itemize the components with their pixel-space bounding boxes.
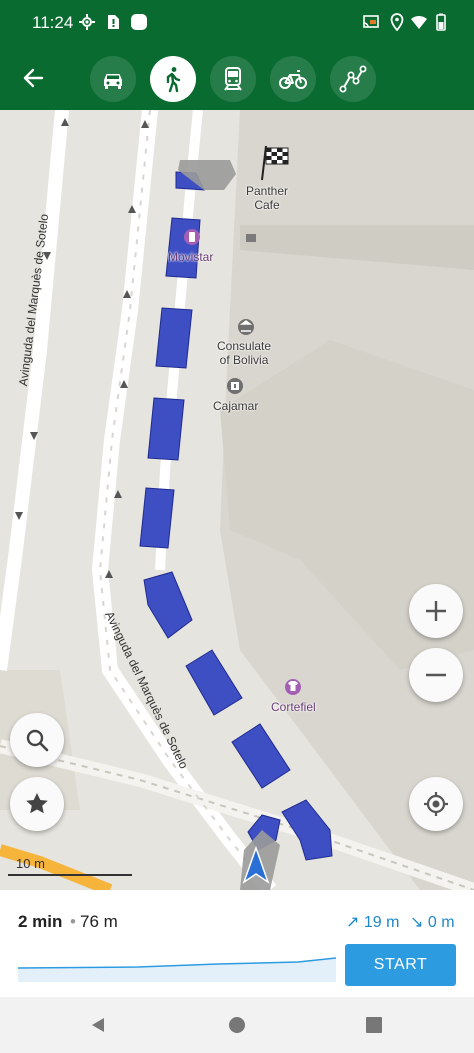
- street-left: [0, 110, 69, 671]
- route-segment: [185, 649, 243, 716]
- poi-destination-label[interactable]: Panther Cafe: [246, 184, 288, 212]
- route-descent: ↘ 0 m: [410, 914, 455, 931]
- bookmarks-button[interactable]: [10, 777, 64, 831]
- battery-icon: [436, 13, 446, 31]
- my-location-icon: [424, 792, 448, 816]
- app-icon: [131, 14, 147, 30]
- map-scale: 10 m: [8, 856, 132, 880]
- mode-car-button[interactable]: [90, 56, 136, 102]
- nav-home-button[interactable]: [223, 1011, 251, 1039]
- search-button[interactable]: [10, 713, 64, 767]
- ruler-route-icon: [339, 65, 367, 93]
- route-segment: [231, 723, 291, 789]
- post-icon: [246, 234, 256, 242]
- arrow-back-icon[interactable]: [14, 58, 54, 98]
- map-canvas: [0, 110, 474, 890]
- search-icon: [26, 729, 49, 752]
- clothes-shop-icon: [285, 679, 301, 695]
- top-bar: 11:24: [0, 0, 474, 110]
- route-segment: [139, 487, 175, 549]
- scale-bar: [8, 874, 132, 876]
- nav-back-button[interactable]: [85, 1011, 113, 1039]
- mode-ruler-button[interactable]: [330, 56, 376, 102]
- star-icon: [26, 793, 48, 814]
- phone-shop-icon: [184, 229, 200, 245]
- location-icon: [390, 13, 404, 31]
- wifi-icon: [411, 15, 427, 29]
- poi-cajamar-label[interactable]: Cajamar: [213, 399, 258, 413]
- embassy-icon: [238, 319, 254, 335]
- bank-icon: [227, 378, 243, 394]
- sim-alert-icon: [108, 15, 119, 29]
- nav-recents-button[interactable]: [360, 1011, 388, 1039]
- train-icon: [224, 67, 242, 91]
- zoom-in-icon: [426, 601, 446, 621]
- status-bar: 11:24: [0, 0, 474, 46]
- recents-nav-icon: [366, 1017, 382, 1033]
- route-distance: 76 m: [80, 912, 118, 931]
- zoom-in-button[interactable]: [409, 584, 463, 638]
- my-location-button[interactable]: [409, 777, 463, 831]
- back-nav-icon: [92, 1018, 104, 1032]
- mode-bike-button[interactable]: [270, 56, 316, 102]
- status-time: 11:24: [32, 13, 74, 32]
- walk-icon: [166, 67, 181, 93]
- map-view[interactable]: Panther Cafe Movistar Consulate of Bolivia…: [0, 110, 474, 890]
- system-nav-bar: [0, 997, 474, 1053]
- cast-icon: [363, 15, 379, 28]
- route-segment: [143, 571, 193, 639]
- mode-transit-button[interactable]: [210, 56, 256, 102]
- gps-icon: [79, 14, 95, 30]
- zoom-out-button[interactable]: [409, 648, 463, 702]
- route-ascent: ↗ 19 m: [346, 914, 400, 931]
- poi-cortefiel-label[interactable]: Cortefiel: [271, 700, 316, 714]
- car-icon: [104, 74, 122, 89]
- route-toolbar: [0, 46, 474, 110]
- route-separator: •: [70, 912, 76, 931]
- start-button[interactable]: START: [345, 944, 456, 986]
- route-panel: 2 min • 76 m ↗ 19 m ↘ 0 m START: [0, 890, 474, 997]
- route-segment: [155, 307, 193, 369]
- route-segment: [165, 217, 201, 279]
- home-nav-icon: [229, 1017, 245, 1033]
- mode-walk-button[interactable]: [150, 56, 196, 102]
- poi-movistar-label[interactable]: Movistar: [168, 250, 213, 264]
- elevation-profile[interactable]: [18, 950, 336, 982]
- zoom-out-icon: [426, 673, 446, 677]
- route-segment: [147, 397, 185, 461]
- scale-label: 10 m: [16, 856, 45, 871]
- poi-consulate-label[interactable]: Consulate of Bolivia: [217, 339, 271, 367]
- bike-icon: [279, 70, 307, 89]
- route-duration: 2 min: [18, 912, 63, 931]
